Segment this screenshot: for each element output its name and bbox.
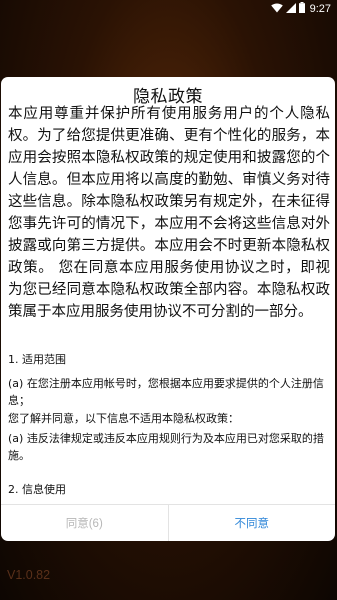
privacy-policy-dialog: 隐私政策 本应用尊重并保护所有使用服务用户的个人隐私权。为了给您提供更准确、更有… xyxy=(1,77,335,541)
item-a1-text: (a) 在您注册本应用帐号时，您根据本应用要求提供的个人注册信息； xyxy=(8,377,324,407)
wifi-icon xyxy=(270,3,283,16)
policy-intro-text: 本应用尊重并保护所有使用服务用户的个人隐私权。为了给您提供更准确、更有个性化的服… xyxy=(8,106,330,320)
battery-icon xyxy=(298,2,305,16)
status-icons: 9:27 xyxy=(270,2,331,16)
dialog-footer: 同意(6) 不同意 xyxy=(1,504,335,541)
section1-heading: 1. 适用范围 xyxy=(8,353,66,366)
status-bar: 9:27 xyxy=(0,0,337,18)
notice-text: 您了解并同意，以下信息不适用本隐私权政策： xyxy=(8,412,239,425)
status-time: 9:27 xyxy=(309,3,331,15)
item-a2-text: (a) 违反法律规定或违反本应用规则行为及本应用已对您采取的措施。 xyxy=(8,432,324,462)
disagree-button[interactable]: 不同意 xyxy=(169,505,336,541)
version-label: V1.0.82 xyxy=(7,568,51,582)
section2-heading: 2. 信息使用 xyxy=(8,483,66,496)
signal-icon xyxy=(285,2,296,16)
agree-button[interactable]: 同意(6) xyxy=(1,505,169,541)
